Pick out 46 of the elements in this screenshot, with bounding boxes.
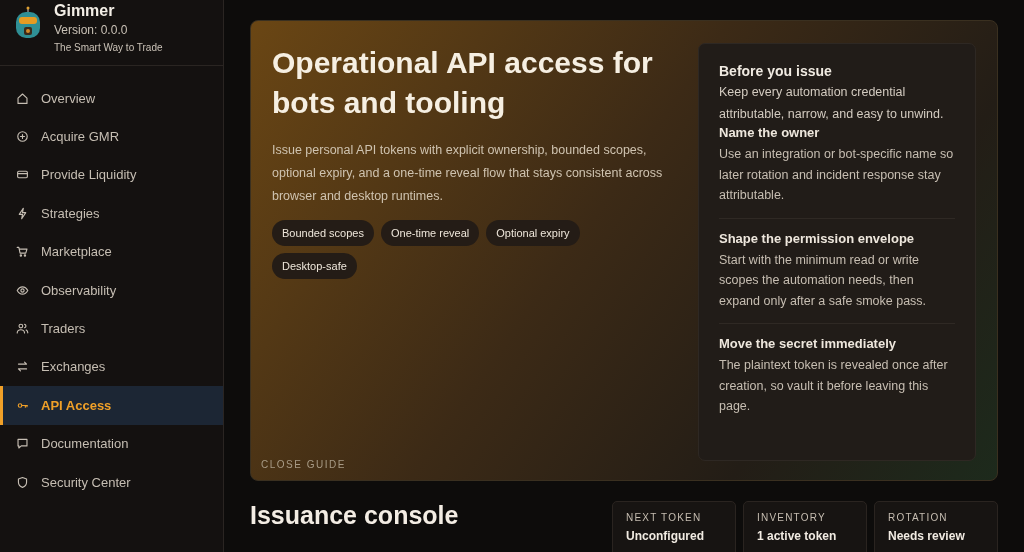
sidebar-item[interactable]: Documentation xyxy=(0,424,223,463)
step-text: Use an integration or bot-specific name so later rotation and incident response stay attributable. xyxy=(719,146,955,204)
stat-label: INVENTORY xyxy=(757,512,827,523)
sidebar-item[interactable]: Marketplace xyxy=(0,232,223,271)
robot-logo-icon xyxy=(14,6,42,40)
close-guide-button[interactable]: CLOSE GUIDE xyxy=(261,459,346,470)
guide-intro: Keep every automation credential attributable, narrow, and easy to unwind. xyxy=(719,84,945,123)
cart-icon xyxy=(16,245,29,259)
sidebar-item[interactable]: Overview xyxy=(0,79,223,118)
sidebar-item[interactable]: Security Center xyxy=(0,462,223,502)
stat-label: NEXT TOKEN xyxy=(626,512,703,523)
feature-chip: Optional expiry xyxy=(486,220,580,246)
sidebar-item[interactable]: API Access xyxy=(0,386,223,425)
sidebar-item[interactable]: Observability xyxy=(0,270,223,310)
users-icon xyxy=(16,322,29,336)
home-icon xyxy=(16,91,29,105)
shield-icon xyxy=(16,475,29,489)
step-title: Shape the permission envelope xyxy=(719,230,916,246)
step-title: Move the secret immediately xyxy=(719,336,898,351)
eye-icon xyxy=(16,283,29,297)
step-text: The plaintext token is revealed once after creation, so vault it before leaving this page. xyxy=(719,357,949,415)
app-name: Gimmer xyxy=(54,2,116,20)
version-label: Version: 0.0.0 xyxy=(54,23,129,37)
section-title: Issuance console xyxy=(250,501,459,530)
step-title: Name the owner xyxy=(719,125,821,140)
plus-circle-icon xyxy=(16,130,29,144)
sidebar-item[interactable]: Provide Liquidity xyxy=(0,155,223,195)
swap-arrows-icon xyxy=(16,360,29,374)
sidebar-item[interactable]: Strategies xyxy=(0,194,223,233)
stat-value: 1 active token xyxy=(757,529,838,543)
lightning-icon xyxy=(16,206,29,220)
stat-value: Needs review xyxy=(888,529,966,543)
sidebar-item[interactable]: Exchanges xyxy=(0,347,223,387)
feature-chip: Desktop-safe xyxy=(272,253,357,279)
stat-value: Unconfigured xyxy=(626,529,705,543)
sidebar-item[interactable]: Acquire GMR xyxy=(0,117,223,156)
feature-chip: One-time reveal xyxy=(380,220,480,246)
tagline: The Smart Way to Trade xyxy=(54,42,163,53)
step-text: Start with the minimum read or write scopes the automation needs, then expand only after a safe smoke pass. xyxy=(719,251,928,310)
sidebar-item[interactable]: Traders xyxy=(0,309,223,348)
page-title: Operational API access for bots and tooling xyxy=(272,45,654,121)
feature-chip: Bounded scopes xyxy=(272,220,374,246)
guide-title: Before you issue xyxy=(719,63,833,79)
message-icon xyxy=(16,437,29,451)
stat-label: ROTATION xyxy=(888,512,949,523)
page-description: Issue personal API tokens with explicit ownership, bounded scopes, optional expiry, and a one-time reveal flow that stays consistent across browser and desktop runtimes. xyxy=(272,142,664,205)
